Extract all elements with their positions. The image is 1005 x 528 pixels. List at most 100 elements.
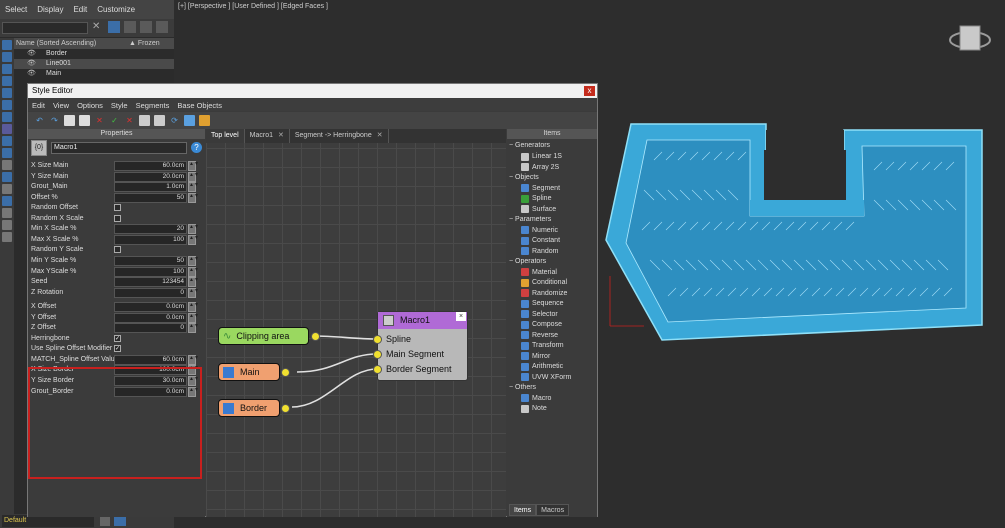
undo-icon[interactable]: ↶ (34, 115, 45, 126)
menu-edit[interactable]: Edit (68, 5, 92, 14)
viewcube-icon[interactable] (949, 25, 991, 51)
eye-icon[interactable]: 👁 (27, 59, 36, 69)
property-checkbox[interactable] (114, 246, 121, 254)
scene-row[interactable]: 👁 Border (14, 49, 174, 59)
item-entry[interactable]: Numeric (521, 226, 558, 234)
item-entry[interactable]: Random (521, 247, 558, 255)
folder-icon[interactable] (2, 232, 12, 242)
item-entry[interactable]: Note (521, 404, 547, 413)
item-entry[interactable]: Selector (521, 310, 558, 318)
main-segment-input-port[interactable] (373, 350, 382, 359)
display-warps-icon[interactable] (2, 112, 12, 122)
menu-view[interactable]: View (49, 101, 73, 110)
property-checkbox[interactable] (114, 204, 121, 212)
eye-icon[interactable]: 👁 (27, 69, 36, 79)
item-entry[interactable]: Macro (521, 394, 551, 402)
menu-select[interactable]: Select (0, 5, 32, 14)
clipping-output-port[interactable] (311, 332, 320, 341)
macro-name-input[interactable]: Macro1 (51, 142, 187, 154)
paste-icon[interactable] (79, 115, 90, 126)
filter-funnel-icon[interactable] (2, 220, 12, 230)
help-icon[interactable]: ? (191, 142, 202, 153)
item-entry[interactable]: Segment (521, 184, 560, 192)
display-helpers-icon[interactable] (2, 100, 12, 110)
close-button[interactable]: x (584, 86, 595, 96)
apply-icon[interactable]: ✓ (109, 115, 120, 126)
display-xrefs-icon[interactable] (2, 136, 12, 146)
menu-style[interactable]: Style (107, 101, 132, 110)
property-value-input[interactable]: 0 (114, 287, 187, 298)
property-checkbox[interactable]: ✓ (114, 345, 121, 353)
display-containers-icon[interactable] (2, 160, 12, 170)
property-checkbox[interactable] (114, 214, 121, 222)
redo-icon[interactable]: ↷ (49, 115, 60, 126)
item-entry[interactable]: Material (521, 268, 557, 276)
macro-node[interactable]: Macro1 × Spline Main Segment Border Segm… (373, 311, 468, 381)
item-entry[interactable]: Mirror (521, 352, 550, 360)
library-icon[interactable] (199, 115, 210, 126)
display-all-icon[interactable] (2, 40, 12, 50)
display-invert-icon[interactable] (2, 208, 12, 218)
column-name[interactable]: Name (Sorted Ascending) (16, 40, 96, 47)
collapse-icon[interactable]: × (456, 312, 466, 321)
item-category[interactable]: − Operators (509, 258, 546, 265)
item-entry[interactable]: Sequence (521, 299, 564, 308)
viewport-label[interactable]: [+] [Perspective ] [User Defined ] [Edge… (178, 3, 328, 10)
clear-icon[interactable]: ✕ (92, 21, 102, 33)
tab-macros[interactable]: Macros (536, 504, 570, 516)
spinner-icon[interactable]: ▲▼ (188, 287, 199, 298)
item-category[interactable]: − Parameters (509, 216, 551, 223)
item-entry[interactable]: Randomize (521, 289, 567, 297)
delete-icon[interactable]: ✕ (94, 115, 105, 126)
item-entry[interactable]: Compose (521, 320, 562, 329)
filter-icon[interactable] (139, 115, 150, 126)
border-segment-input-port[interactable] (373, 365, 382, 374)
scene-search-input[interactable] (2, 22, 88, 34)
item-entry[interactable]: Array 2S (521, 163, 559, 171)
display-bones-icon[interactable] (2, 148, 12, 158)
display-lights-icon[interactable] (2, 76, 12, 86)
filter-icon[interactable] (108, 21, 120, 33)
menu-edit[interactable]: Edit (28, 101, 49, 110)
refresh-icon[interactable]: ⟳ (169, 115, 180, 126)
display-groups-icon[interactable] (2, 124, 12, 134)
display-cameras-icon[interactable] (2, 88, 12, 98)
item-entry[interactable]: Arithmetic (521, 362, 563, 371)
hierarchy-icon[interactable] (124, 21, 136, 33)
menu-options[interactable]: Options (73, 101, 107, 110)
item-entry[interactable]: Surface (521, 205, 556, 213)
border-output-port[interactable] (281, 404, 290, 413)
item-entry[interactable]: Reverse (521, 331, 558, 339)
display-geometry-icon[interactable] (2, 52, 12, 62)
border-node[interactable]: Border (218, 399, 280, 417)
layout-icon[interactable] (184, 115, 195, 126)
item-entry[interactable]: UVW XForm (521, 373, 571, 381)
main-output-port[interactable] (281, 368, 290, 377)
item-category[interactable]: − Others (509, 384, 536, 391)
item-entry[interactable]: Conditional (521, 278, 567, 287)
item-category[interactable]: − Generators (509, 142, 550, 149)
display-none-icon[interactable] (2, 196, 12, 206)
menu-customize[interactable]: Customize (92, 5, 140, 14)
item-category[interactable]: − Objects (509, 174, 539, 181)
item-entry[interactable]: Linear 1S (521, 152, 562, 161)
item-entry[interactable]: Spline (521, 194, 551, 203)
scene-explorer-header[interactable]: Name (Sorted Ascending) ▲ Frozen (14, 38, 174, 49)
clipping-area-node[interactable]: ∿ Clipping area (218, 327, 309, 345)
pin-icon[interactable] (154, 115, 165, 126)
copy-icon[interactable] (64, 115, 75, 126)
item-entry[interactable]: Transform (521, 341, 564, 350)
eye-icon[interactable]: 👁 (27, 49, 36, 59)
menu-segments[interactable]: Segments (132, 101, 174, 110)
scene-row[interactable]: 👁 Line001 (14, 59, 174, 69)
column-frozen[interactable]: ▲ Frozen (129, 38, 160, 49)
scene-row[interactable]: 👁 Main (14, 69, 174, 79)
item-entry[interactable]: Constant (521, 236, 560, 245)
display-hidden-icon[interactable] (2, 184, 12, 194)
property-checkbox[interactable]: ✓ (114, 334, 121, 342)
cancel-icon[interactable]: ✕ (124, 115, 135, 126)
spline-input-port[interactable] (373, 335, 382, 344)
menu-display[interactable]: Display (32, 5, 68, 14)
menu-base-objects[interactable]: Base Objects (173, 101, 226, 110)
main-node[interactable]: Main (218, 363, 280, 381)
